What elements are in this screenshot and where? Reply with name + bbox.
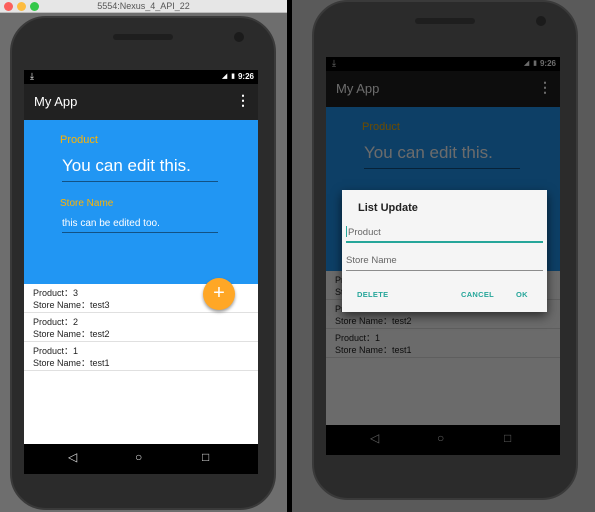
more-vert-icon[interactable]: ⋮ [236,92,250,109]
store-name-label: Store Name [60,198,114,209]
speaker-grille [415,18,475,24]
status-time: 9:26 [237,72,254,81]
phone-frame: ⤓ ◢ ▮ 9:26 My App ⋮ Product You can edit… [312,0,578,500]
product-label: Product [60,134,98,146]
dialog-title: List Update [358,202,418,214]
list-item-product: Product：2 [33,317,79,327]
emulator-titlebar: 5554:Nexus_4_API_22 [0,0,287,13]
emulator-window-right: ⤓ ◢ ▮ 9:26 My App ⋮ Product You can edit… [292,0,595,512]
phone-screen: ⤓ ◢ ▮ 9:26 My App ⋮ Product You can edit… [24,70,258,474]
add-fab-button[interactable]: + [203,278,235,310]
camera-icon [536,16,546,26]
product-edit-field[interactable]: You can edit this. [62,156,218,182]
signal-battery-icon: ◢ ▮ [221,73,236,80]
list-update-dialog: List Update Product Store Name DELETE CA… [342,190,547,312]
speaker-grille [113,34,173,40]
dialog-product-placeholder: Product [348,227,381,238]
phone-frame: ⤓ ◢ ▮ 9:26 My App ⋮ Product You can edit… [10,16,276,510]
app-bar: My App ⋮ [24,84,258,120]
delete-button[interactable]: DELETE [357,290,388,299]
dialog-store-placeholder: Store Name [346,255,397,266]
phone-screen: ⤓ ◢ ▮ 9:26 My App ⋮ Product You can edit… [326,57,560,455]
list-item[interactable]: Product：2 Store Name：test2 [24,313,258,342]
recents-icon[interactable]: □ [202,450,209,464]
dialog-product-input[interactable]: Product [346,226,543,243]
list-item-store: Store Name：test1 [33,358,110,368]
status-bar: ⤓ ◢ ▮ 9:26 [24,70,258,84]
store-name-edit-field[interactable]: this can be edited too. [62,218,218,233]
ok-button[interactable]: OK [516,290,528,299]
emulator-window-left: 5554:Nexus_4_API_22 ⤓ ◢ ▮ 9:26 My App ⋮ … [0,0,287,512]
text-cursor [346,226,347,237]
cancel-button[interactable]: CANCEL [461,290,494,299]
window-title: 5554:Nexus_4_API_22 [97,1,190,11]
nav-bar: ◁ ○ □ [24,444,258,474]
download-icon: ⤓ [30,71,34,81]
home-icon[interactable]: ○ [135,450,142,464]
list-item-product: Product：1 [33,346,79,356]
app-title: My App [34,94,78,109]
list-item-store: Store Name：test2 [33,329,110,339]
camera-icon [234,32,244,42]
list-item[interactable]: Product：1 Store Name：test1 [24,342,258,371]
edit-form-panel: Product You can edit this. Store Name th… [24,120,258,284]
dialog-store-name-input[interactable]: Store Name [346,254,543,271]
back-icon[interactable]: ◁ [68,450,77,464]
